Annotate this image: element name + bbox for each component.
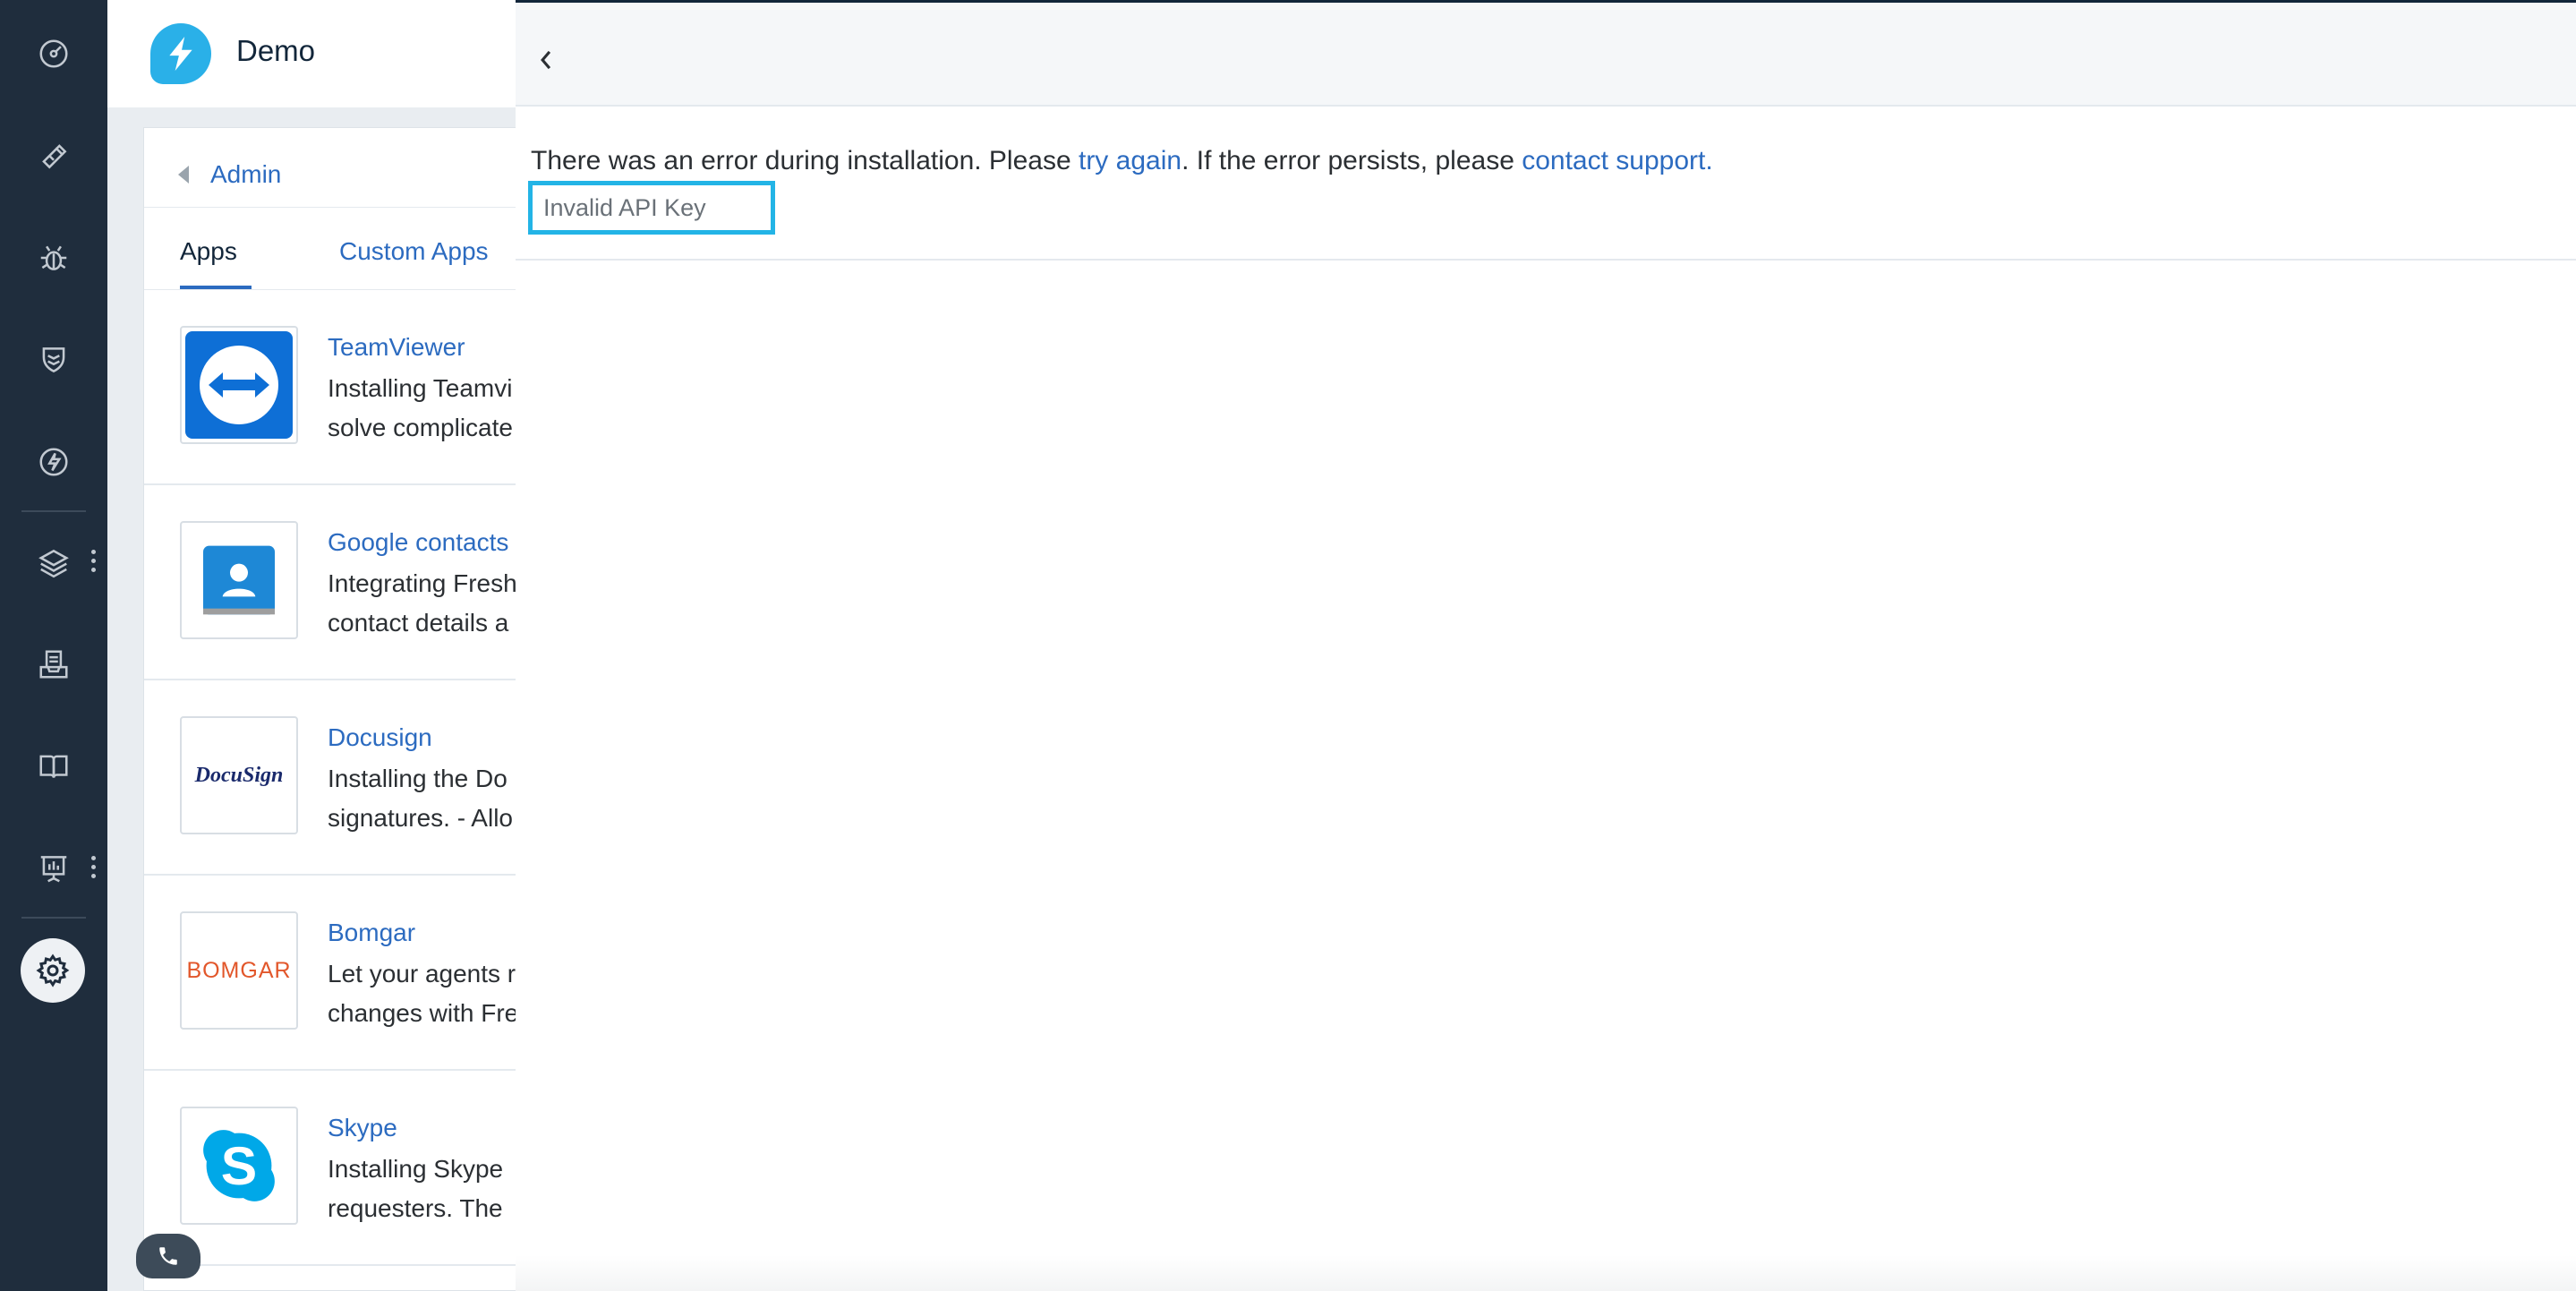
docusign-logo-icon: DocuSign (180, 716, 298, 834)
app-row-skype[interactable]: S Skype Installing Skype requesters. The (144, 1071, 554, 1266)
breadcrumb-admin[interactable]: Admin (210, 160, 281, 189)
try-again-link[interactable]: try again (1079, 146, 1181, 175)
error-detail-box: Invalid API Key (528, 181, 775, 235)
tickets-icon[interactable] (27, 129, 81, 183)
app-name[interactable]: Google contacts (328, 528, 508, 557)
google-contacts-logo-icon (180, 521, 298, 639)
app-install-panel: There was an error during installation. … (516, 0, 2576, 1291)
assets-more-icon[interactable] (90, 550, 98, 577)
app-name[interactable]: Skype (328, 1114, 397, 1142)
nav-divider (21, 917, 86, 919)
error-text: There was an error during installation. … (531, 146, 1079, 175)
docusign-wordmark: DocuSign (194, 763, 284, 787)
app-name[interactable]: Docusign (328, 723, 432, 752)
changes-icon[interactable] (27, 333, 81, 387)
reports-icon[interactable] (27, 842, 81, 895)
error-detail-text: Invalid API Key (543, 193, 706, 221)
dashboard-icon[interactable] (27, 27, 81, 81)
divider (516, 259, 2576, 261)
settings-gear-icon[interactable] (21, 938, 85, 1003)
back-triangle-icon (178, 166, 189, 184)
app-row-bomgar[interactable]: BOMGAR Bomgar Let your agents r changes … (144, 876, 554, 1071)
tab-apps[interactable]: Apps (180, 237, 237, 266)
freshservice-logo-icon[interactable] (150, 23, 211, 84)
top-header: Demo (107, 0, 623, 107)
tab-custom-apps[interactable]: Custom Apps (339, 237, 489, 266)
app-row-google-contacts[interactable]: Google contacts Integrating Fresh contac… (144, 485, 554, 680)
nav-divider (21, 510, 86, 512)
apps-card: Admin Apps Custom Apps TeamViewer Instal… (143, 127, 555, 1291)
phone-call-icon[interactable] (136, 1234, 200, 1278)
panel-footer-shade (516, 1255, 2576, 1291)
panel-header (516, 3, 2576, 107)
assets-icon[interactable] (27, 535, 81, 589)
breadcrumb[interactable]: Admin (178, 157, 281, 192)
reports-more-icon[interactable] (90, 856, 98, 883)
back-chevron-icon[interactable] (528, 42, 564, 78)
svg-text:S: S (221, 1135, 257, 1196)
bomgar-logo-icon: BOMGAR (180, 911, 298, 1030)
releases-icon[interactable] (27, 435, 81, 489)
app-name[interactable]: Bomgar (328, 919, 415, 947)
skype-logo-icon: S (180, 1107, 298, 1225)
installation-error-message: There was an error during installation. … (531, 146, 1713, 176)
divider (144, 207, 554, 208)
workspace-name: Demo (236, 34, 316, 67)
left-navigation (0, 0, 107, 1291)
app-row-teamviewer[interactable]: TeamViewer Installing Teamvi solve compl… (144, 290, 554, 485)
error-text: . If the error persists, please (1181, 146, 1523, 175)
solutions-icon[interactable] (27, 740, 81, 793)
app-row-docusign[interactable]: DocuSign Docusign Installing the Do sign… (144, 680, 554, 876)
app-name[interactable]: TeamViewer (328, 333, 465, 362)
contact-support-link[interactable]: contact support. (1522, 146, 1712, 175)
problems-icon[interactable] (27, 231, 81, 285)
bomgar-wordmark: BOMGAR (186, 957, 292, 983)
teamviewer-logo-icon (180, 326, 298, 444)
inbox-icon[interactable] (27, 637, 81, 691)
